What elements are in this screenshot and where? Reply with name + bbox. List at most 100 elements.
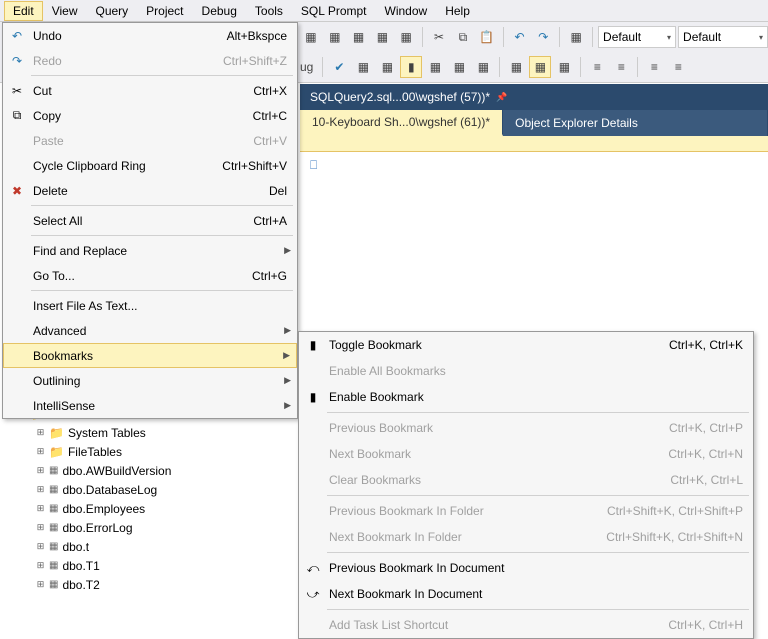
bookmarks-previous-bookmark-in-document[interactable]: ⤺Previous Bookmark In Document [299,555,753,581]
tree-node-table[interactable]: ⊞▦dbo.Employees [4,499,294,518]
indent-left-icon[interactable]: ≡ [586,56,608,78]
undo-icon[interactable]: ↶ [509,26,531,48]
tree-node-table[interactable]: ⊞▦dbo.DatabaseLog [4,480,294,499]
expand-icon[interactable]: ⊞ [36,560,45,571]
delete-icon: ✖ [9,184,25,198]
tree-node-table[interactable]: ⊞▦dbo.AWBuildVersion [4,461,294,480]
edit-menu-outlining[interactable]: Outlining▶ [3,368,297,393]
edit-menu-cycle-clipboard-ring[interactable]: Cycle Clipboard RingCtrl+Shift+V [3,153,297,178]
expand-icon[interactable]: ⊞ [36,522,45,533]
redo-icon: ↷ [9,54,25,68]
edit-menu-delete[interactable]: ✖DeleteDel [3,178,297,203]
toolbar-btn-generic[interactable]: ▦ [448,56,470,78]
table-icon: ▦ [49,541,58,552]
cut-icon[interactable]: ✂ [428,26,450,48]
menu-item-label: Enable All Bookmarks [329,364,446,378]
edit-menu-copy[interactable]: ⧉CopyCtrl+C [3,103,297,128]
toolbar-btn-highlighted[interactable]: ▦ [529,56,551,78]
combo-default-1[interactable]: Default [598,26,676,48]
tab-secondary[interactable]: 10-Keyboard Sh...0\wgshef (61))* [300,110,503,136]
indent-right-icon[interactable]: ≡ [610,56,632,78]
bookmarks-next-bookmark: Next BookmarkCtrl+K, Ctrl+N [299,441,753,467]
edit-menu-bookmarks[interactable]: Bookmarks▶ [3,343,297,368]
toolbar-separator [499,57,500,77]
toolbar-btn-generic[interactable]: ▦ [395,26,417,48]
toolbar-btn-generic[interactable]: ▦ [376,56,398,78]
edit-menu-select-all[interactable]: Select AllCtrl+A [3,208,297,233]
menu-query[interactable]: Query [86,1,137,21]
toolbar-separator [503,27,504,47]
table-icon: ▦ [49,465,58,476]
expand-icon[interactable]: ⊞ [36,446,45,457]
edit-menu-redo: ↷RedoCtrl+Shift+Z [3,48,297,73]
toolbar-btn-generic[interactable]: ▦ [472,56,494,78]
expand-icon[interactable]: ⊞ [36,579,45,590]
edit-menu-intellisense[interactable]: IntelliSense▶ [3,393,297,418]
toolbar-btn-generic[interactable]: ▦ [505,56,527,78]
edit-menu-undo[interactable]: ↶UndoAlt+Bkspce [3,23,297,48]
menu-item-label: Go To... [33,269,75,283]
toolbar-btn-generic[interactable]: ▦ [348,26,370,48]
toolbar-btn-generic[interactable]: ▦ [565,26,587,48]
expand-icon[interactable]: ⊞ [36,541,45,552]
edit-menu-insert-file-as-text[interactable]: Insert File As Text... [3,293,297,318]
bookmarks-enable-bookmark[interactable]: ▮Enable Bookmark [299,384,753,410]
bookmarks-clear-bookmarks: Clear BookmarksCtrl+K, Ctrl+L [299,467,753,493]
editor-highlight-bar [300,136,768,152]
toolbar-btn-generic[interactable]: ▦ [553,56,575,78]
expand-icon[interactable]: ⊞ [36,427,45,438]
menu-sqlprompt[interactable]: SQL Prompt [292,1,376,21]
menu-item-label: Redo [33,54,62,68]
menu-separator [327,412,749,413]
uncomment-icon[interactable]: ≡ [667,56,689,78]
menu-tools[interactable]: Tools [246,1,292,21]
tree-node-system-tables[interactable]: ⊞ 📁 System Tables [4,423,294,442]
menu-item-label: Copy [33,109,61,123]
copy-icon[interactable]: ⧉ [452,26,474,48]
edit-menu-advanced[interactable]: Advanced▶ [3,318,297,343]
expand-icon[interactable]: ⊞ [36,484,45,495]
menu-window[interactable]: Window [376,1,437,21]
combo-default-2[interactable]: Default [678,26,768,48]
toolbar-separator [580,57,581,77]
tree-node-table[interactable]: ⊞▦dbo.t [4,537,294,556]
tree-node-table[interactable]: ⊞▦dbo.T2 [4,575,294,594]
menu-item-label: Previous Bookmark [329,421,433,435]
expand-icon[interactable]: ⊞ [36,465,45,476]
edit-menu-find-and-replace[interactable]: Find and Replace▶ [3,238,297,263]
menu-help[interactable]: Help [436,1,479,21]
editor-body[interactable]: ⎕ [300,152,768,179]
toolbar-btn-generic[interactable]: ▦ [424,56,446,78]
expand-icon[interactable]: ⊞ [36,503,45,514]
menu-project[interactable]: Project [137,1,192,21]
bookmarks-next-bookmark-in-document[interactable]: ⤻Next Bookmark In Document [299,581,753,607]
submenu-arrow-icon: ▶ [284,375,291,386]
pin-icon[interactable]: 📌 [496,92,507,103]
toolbar-btn-generic[interactable]: ▦ [371,26,393,48]
tabs-area: SQLQuery2.sql...00\wgshef (57))* 📌 10-Ke… [300,84,768,179]
edit-menu-go-to[interactable]: Go To...Ctrl+G [3,263,297,288]
tree-node-table[interactable]: ⊞▦dbo.ErrorLog [4,518,294,537]
edit-menu-cut[interactable]: ✂CutCtrl+X [3,78,297,103]
tree-node-table[interactable]: ⊞▦dbo.T1 [4,556,294,575]
toolbar-btn-generic[interactable]: ▦ [324,26,346,48]
comment-icon[interactable]: ≡ [643,56,665,78]
menu-item-label: Delete [33,184,68,198]
menu-separator [31,205,293,206]
toolbar-btn-generic[interactable]: ▦ [352,56,374,78]
menu-edit[interactable]: Edit [4,1,43,21]
menu-debug[interactable]: Debug [193,1,246,21]
toolbar-btn-generic[interactable]: ▦ [300,26,322,48]
check-icon[interactable]: ✔ [328,56,350,78]
submenu-arrow-icon: ▶ [284,400,291,411]
toolbar-separator [637,57,638,77]
tree-node-filetables[interactable]: ⊞ 📁 FileTables [4,442,294,461]
paste-icon[interactable]: 📋 [476,26,498,48]
bookmarks-toggle-bookmark[interactable]: ▮Toggle BookmarkCtrl+K, Ctrl+K [299,332,753,358]
menu-view[interactable]: View [43,1,87,21]
tab-active[interactable]: SQLQuery2.sql...00\wgshef (57))* 📌 [300,84,517,110]
menu-separator [31,290,293,291]
redo-icon[interactable]: ↷ [532,26,554,48]
tab-object-explorer-details[interactable]: Object Explorer Details [503,110,768,136]
toolbar-btn-highlighted[interactable]: ▮ [400,56,422,78]
